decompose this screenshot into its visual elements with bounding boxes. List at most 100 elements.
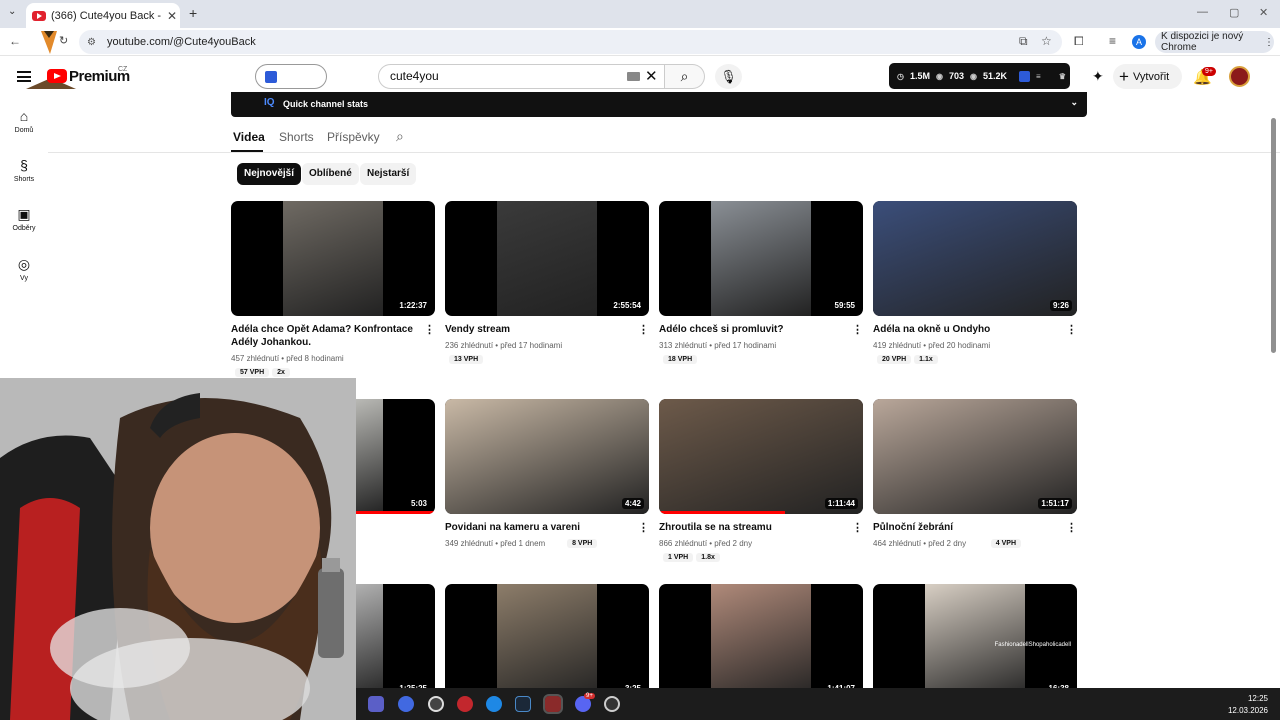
video-thumbnail[interactable]: 1:11:44: [659, 399, 863, 514]
vph-badge: 13 VPH: [449, 355, 484, 364]
bookmark-star-icon[interactable]: ☆: [1041, 34, 1052, 48]
app-icon[interactable]: [457, 696, 473, 712]
chip-newest[interactable]: Nejnovější: [237, 163, 302, 185]
app-icon[interactable]: [398, 696, 414, 712]
ai-sparkle-icon[interactable]: ✦: [1092, 68, 1104, 85]
maximize-icon[interactable]: ▢: [1229, 6, 1239, 19]
vidiq-stats-box[interactable]: ◷ 1.5M ◉ 703 ◉ 51.2K ≡ ♛: [889, 63, 1070, 89]
video-card[interactable]: 59:55 Adélo chceš si promluvit? ⋮ 313 zhléd…: [659, 201, 863, 364]
teams-icon[interactable]: [368, 696, 384, 712]
app-icon[interactable]: [604, 696, 620, 712]
vidiq-button[interactable]: [255, 64, 327, 89]
chevron-down-icon[interactable]: ⌄: [1070, 97, 1078, 108]
more-actions-icon[interactable]: ⋮: [852, 323, 863, 336]
tab-close-icon[interactable]: ✕: [164, 9, 180, 23]
voice-search-button[interactable]: 🎙: [715, 64, 742, 89]
steam-icon[interactable]: [515, 696, 531, 712]
tab-search-dropdown-icon[interactable]: ⌄: [8, 6, 16, 17]
vph-badges: 18 VPH: [663, 354, 700, 364]
guide-item-you[interactable]: ◎ Vy: [0, 256, 48, 282]
new-tab-icon[interactable]: +: [189, 5, 197, 21]
streamer-image: [0, 378, 356, 720]
quick-stats-label: Quick channel stats: [283, 99, 369, 109]
video-duration: 59:55: [831, 300, 858, 311]
app-icon-active[interactable]: [543, 694, 563, 714]
guide-item-shorts[interactable]: § Shorts: [0, 157, 48, 183]
profile-avatar[interactable]: A: [1132, 35, 1146, 49]
video-thumbnail[interactable]: 3:25: [445, 584, 649, 699]
keyboard-icon[interactable]: [627, 72, 640, 81]
install-app-icon[interactable]: ⧉: [1019, 34, 1028, 49]
video-card[interactable]: 1:51:17 Půlnoční žebrání ⋮ 464 zhlédnutí • …: [873, 399, 1077, 548]
tab-videos[interactable]: Videa: [233, 130, 265, 144]
channel-search-icon[interactable]: ⌕: [396, 128, 404, 145]
video-card[interactable]: 4:42 Povidani na kameru a vareni ⋮ 349 zhlé…: [445, 399, 649, 548]
site-info-icon[interactable]: ⚙: [87, 37, 99, 48]
video-card[interactable]: 1:11:44 Zhroutila se na streamu ⋮ 866 zhléd…: [659, 399, 863, 562]
chip-popular[interactable]: Oblíbené: [302, 163, 359, 185]
video-thumbnail[interactable]: 2:55:54: [445, 201, 649, 316]
subscriptions-icon: ▣: [17, 206, 31, 222]
video-title[interactable]: Adéla chce Opět Adama? Konfrontace Adély…: [231, 323, 421, 349]
video-thumbnail[interactable]: 1:22:37: [231, 201, 435, 316]
reload-icon[interactable]: ↻: [59, 34, 68, 47]
vph-badges: 57 VPH 2x: [235, 367, 293, 377]
app-icon[interactable]: [486, 696, 502, 712]
more-actions-icon[interactable]: ⋮: [1066, 521, 1077, 534]
browser-tab-active[interactable]: (366) Cute4you Back - YouTube ✕: [26, 3, 180, 28]
video-title[interactable]: Půlnoční žebrání: [873, 521, 1063, 534]
search-button[interactable]: ⌕: [665, 64, 705, 89]
thumbnail-image: [711, 584, 811, 699]
video-thumbnail[interactable]: 9:26: [873, 201, 1077, 316]
guide-item-home[interactable]: ⌂ Domů: [0, 108, 48, 134]
guide-item-subscriptions[interactable]: ▣ Odběry: [0, 206, 48, 232]
wordpress-icon[interactable]: [428, 696, 444, 712]
video-card[interactable]: 9:26 Adéla na okně u Ondyho ⋮ 419 zhlédnutí…: [873, 201, 1077, 364]
video-thumbnail[interactable]: FashionadellShopaholicadell16:38: [873, 584, 1077, 699]
video-title[interactable]: Vendy stream: [445, 323, 635, 336]
close-window-icon[interactable]: ✕: [1259, 6, 1268, 19]
menu-dots-icon[interactable]: ⋮: [1264, 37, 1274, 48]
vph-badge: 1 VPH: [663, 553, 694, 562]
more-actions-icon[interactable]: ⋮: [638, 521, 649, 534]
user-avatar[interactable]: [1229, 66, 1250, 87]
video-thumbnail[interactable]: 59:55: [659, 201, 863, 316]
clock-time[interactable]: 12:25: [1248, 694, 1268, 703]
more-actions-icon[interactable]: ⋮: [424, 323, 435, 336]
video-title[interactable]: Adélo chceš si promluvit?: [659, 323, 849, 336]
page-scrollbar[interactable]: [1271, 118, 1276, 353]
video-thumbnail[interactable]: 1:41:07: [659, 584, 863, 699]
tab-posts[interactable]: Příspěvky: [327, 130, 380, 144]
more-actions-icon[interactable]: ⋮: [852, 521, 863, 534]
chip-oldest[interactable]: Nejstarší: [360, 163, 417, 185]
stat-watch: 51.2K: [983, 71, 1008, 81]
search-input[interactable]: cute4you: [378, 64, 665, 89]
guide-label: Shorts: [13, 176, 35, 183]
reading-list-icon[interactable]: ≡: [1109, 34, 1116, 48]
thumbnail-image: [873, 399, 1077, 514]
quick-channel-stats-bar[interactable]: IQ Quick channel stats ⌄: [231, 92, 1087, 117]
chrome-update-pill[interactable]: K dispozici je nový Chrome ⋮: [1155, 31, 1274, 53]
more-actions-icon[interactable]: ⋮: [1066, 323, 1077, 336]
tab-title: (366) Cute4you Back - YouTube: [51, 9, 164, 22]
video-card[interactable]: 2:55:54 Vendy stream ⋮ 236 zhlédnutí • před…: [445, 201, 649, 364]
video-title[interactable]: Zhroutila se na streamu: [659, 521, 849, 534]
video-thumbnail[interactable]: 4:42: [445, 399, 649, 514]
create-button[interactable]: + Vytvořit: [1113, 64, 1182, 89]
minimize-icon[interactable]: —: [1197, 6, 1208, 18]
address-bar[interactable]: ⚙ youtube.com/@Cute4youBack: [79, 30, 1062, 54]
video-thumbnail[interactable]: 1:51:17: [873, 399, 1077, 514]
thumbnail-image: [497, 584, 597, 699]
clock-date[interactable]: 12.03.2026: [1228, 706, 1268, 715]
tab-shorts[interactable]: Shorts: [279, 130, 314, 144]
extensions-icon[interactable]: ⧠: [1074, 34, 1084, 49]
list-icon: ≡: [1036, 71, 1041, 81]
video-card[interactable]: 1:22:37 Adéla chce Opět Adama? Konfrontac…: [231, 201, 435, 377]
video-title[interactable]: Adéla na okně u Ondyho: [873, 323, 1063, 336]
more-actions-icon[interactable]: ⋮: [638, 323, 649, 336]
clear-search-icon[interactable]: ✕: [645, 67, 658, 85]
youtube-logo-icon[interactable]: [47, 69, 67, 83]
back-icon[interactable]: ←: [9, 34, 21, 48]
video-title[interactable]: Povidani na kameru a vareni: [445, 521, 635, 534]
thumbnail-image: [659, 399, 863, 514]
